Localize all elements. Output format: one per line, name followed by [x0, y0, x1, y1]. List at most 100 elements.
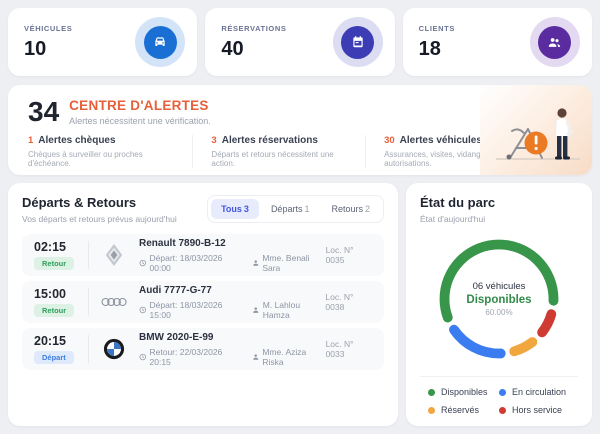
car-icon: [135, 17, 185, 67]
departures-tabs: Tous3 Départs1 Retours2: [207, 195, 384, 223]
divider: [88, 288, 89, 316]
person-icon: [252, 259, 259, 267]
client-text: Mme. Aziza Riska: [262, 347, 325, 367]
donut-center-text: 06 véhicules Disponibles 60.00%: [432, 232, 566, 366]
client-meta: Mme. Benali Sara: [252, 253, 326, 273]
alert-title-block: CENTRE D'ALERTES Alertes nécessitent une…: [69, 98, 211, 126]
alert-title: CENTRE D'ALERTES: [69, 98, 211, 113]
client-text: Mme. Benali Sara: [262, 253, 325, 273]
fleet-subtitle: État d'aujourd'hui: [420, 214, 578, 224]
stat-value: 40: [221, 38, 286, 61]
alert-illustration: [480, 85, 592, 175]
tab-count: 3: [244, 204, 249, 214]
client-meta: M. Lahlou Hamza: [252, 300, 325, 320]
stat-label: RÉSERVATIONS: [221, 24, 286, 33]
legend-dot: [499, 407, 506, 414]
calendar-icon: [333, 17, 383, 67]
table-row[interactable]: 15:00 Retour Audi 7777-G-77 Départ: 18/0…: [22, 281, 384, 323]
table-row[interactable]: 02:15 Retour Renault 7890-B-12 Départ: 1…: [22, 234, 384, 276]
stat-value: 10: [24, 38, 72, 61]
dashboard-page: VÉHICULES 10 RÉSERVATIONS 40 CLIEN: [0, 0, 600, 434]
fleet-title: État du parc: [420, 195, 578, 210]
schedule-text: Départ: 18/03/2026 00:00: [150, 253, 240, 273]
fleet-status-card: État du parc État d'aujourd'hui 06 véhic…: [406, 183, 592, 426]
location-number: Loc. N° 0033: [326, 339, 372, 359]
location-number: Loc. N° 0038: [325, 292, 372, 312]
stat-card-vehicules[interactable]: VÉHICULES 10: [8, 8, 197, 76]
tab-label: Tous: [221, 204, 242, 214]
bmw-logo: [101, 336, 127, 362]
tab-label: Départs: [271, 204, 303, 214]
vehicle-name: Renault 7890-B-12: [139, 238, 326, 249]
departures-list: 02:15 Retour Renault 7890-B-12 Départ: 1…: [22, 234, 384, 370]
legend-dot: [428, 407, 435, 414]
tab-label: Retours: [331, 204, 363, 214]
donut-count: 06 véhicules: [473, 281, 526, 292]
client-text: M. Lahlou Hamza: [263, 300, 326, 320]
alert-total-count: 34: [28, 98, 59, 126]
alert-item-reservations[interactable]: 3 Alertes réservations Départs et retour…: [211, 135, 366, 168]
vehicle-name: BMW 2020-E-99: [139, 332, 326, 343]
alert-item-count: 30: [384, 135, 395, 146]
stat-label: CLIENTS: [419, 24, 455, 33]
alert-center-card: 34 CENTRE D'ALERTES Alertes nécessitent …: [8, 85, 592, 175]
legend-item: Hors service: [499, 405, 570, 415]
table-row[interactable]: 20:15 Départ BMW 2020-E-99 Retour: 22/03…: [22, 328, 384, 370]
stat-value: 18: [419, 38, 455, 61]
alert-item-count: 3: [211, 135, 216, 146]
person-icon: [252, 353, 259, 361]
schedule-meta: Retour: 22/03/2026 20:15: [139, 347, 240, 367]
stat-card-clients[interactable]: CLIENTS 18: [403, 8, 592, 76]
fleet-legend: Disponibles En circulation Réservés Hors se…: [420, 377, 578, 415]
status-badge: Retour: [34, 257, 74, 270]
status-badge: Retour: [34, 304, 74, 317]
legend-item: Réservés: [428, 405, 499, 415]
divider: [88, 335, 89, 363]
departures-subtitle: Vos départs et retours prévus aujourd'hu…: [22, 214, 177, 224]
person-icon: [252, 306, 260, 314]
divider: [88, 241, 89, 269]
warning-person-illustration: [480, 85, 592, 175]
alert-item-label: Alertes chèques: [38, 135, 115, 146]
client-meta: Mme. Aziza Riska: [252, 347, 326, 367]
schedule-meta: Départ: 18/03/2026 15:00: [139, 300, 240, 320]
schedule-text: Départ: 18/03/2026 15:00: [150, 300, 241, 320]
status-badge: Départ: [34, 351, 74, 364]
vehicle-name: Audi 7777-G-77: [139, 285, 325, 296]
tab-retours[interactable]: Retours2: [321, 199, 380, 219]
legend-dot: [428, 389, 435, 396]
departures-title: Départs & Retours: [22, 195, 177, 210]
stat-label: VÉHICULES: [24, 24, 72, 33]
tab-tous[interactable]: Tous3: [211, 199, 259, 219]
row-time: 20:15: [34, 334, 66, 348]
donut-percentage: 60.00%: [485, 308, 512, 317]
legend-label: Disponibles: [441, 387, 488, 397]
fleet-donut-chart: 06 véhicules Disponibles 60.00%: [432, 232, 566, 366]
legend-label: Hors service: [512, 405, 562, 415]
row-time: 15:00: [34, 287, 66, 301]
donut-label: Disponibles: [466, 294, 531, 306]
alert-item-cheques[interactable]: 1 Alertes chèques Chèques à surveiller o…: [28, 135, 193, 168]
legend-label: En circulation: [512, 387, 566, 397]
alert-subtitle: Alertes nécessitent une vérification.: [69, 116, 211, 126]
schedule-meta: Départ: 18/03/2026 00:00: [139, 253, 240, 273]
stat-text: CLIENTS 18: [419, 24, 455, 61]
clock-icon: [139, 306, 147, 314]
alert-item-description: Départs et retours nécessitent une actio…: [211, 150, 347, 168]
location-number: Loc. N° 0035: [326, 245, 372, 265]
clock-icon: [139, 353, 147, 361]
legend-item: Disponibles: [428, 387, 499, 397]
clock-icon: [139, 259, 147, 267]
audi-logo: [101, 289, 127, 315]
tab-count: 2: [365, 204, 370, 214]
alert-item-label: Alertes réservations: [222, 135, 318, 146]
tab-departs[interactable]: Départs1: [261, 199, 320, 219]
alert-item-count: 1: [28, 135, 33, 146]
clients-icon: [530, 17, 580, 67]
stats-row: VÉHICULES 10 RÉSERVATIONS 40 CLIEN: [8, 8, 592, 76]
stat-text: RÉSERVATIONS 40: [221, 24, 286, 61]
schedule-text: Retour: 22/03/2026 20:15: [150, 347, 240, 367]
legend-dot: [499, 389, 506, 396]
stat-card-reservations[interactable]: RÉSERVATIONS 40: [205, 8, 394, 76]
legend-label: Réservés: [441, 405, 479, 415]
